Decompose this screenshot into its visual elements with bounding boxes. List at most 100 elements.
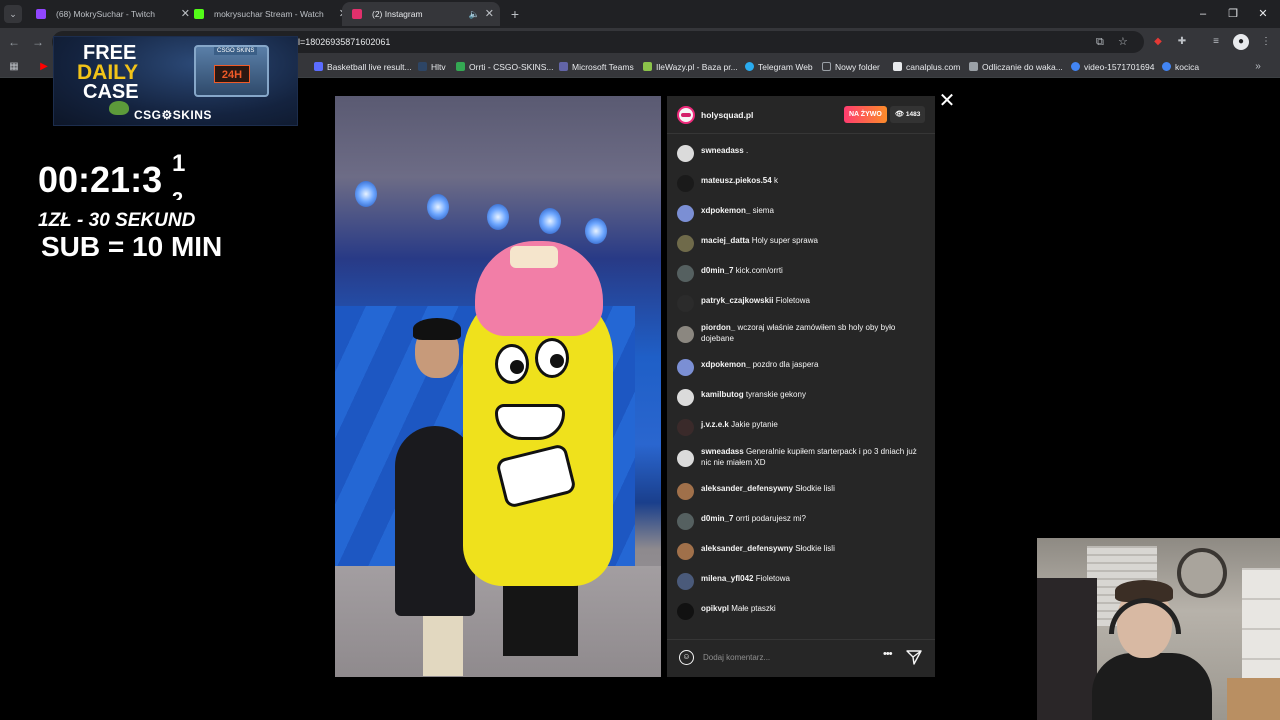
comment-text: k: [773, 176, 778, 185]
comment-text: Małe ptaszki: [731, 604, 776, 613]
commenter-avatar[interactable]: [677, 175, 694, 192]
bookmark-item[interactable]: kocica: [1162, 56, 1199, 78]
bookmark-favicon-icon: [418, 62, 427, 71]
kick-icon: [194, 9, 204, 19]
close-modal-button[interactable]: ✕: [937, 91, 957, 112]
profile-avatar[interactable]: ●: [1233, 34, 1249, 50]
bookmark-item[interactable]: Basketball live result...: [314, 56, 412, 78]
commenter-username[interactable]: milena_yfl042: [701, 574, 753, 583]
commenter-username[interactable]: swneadass: [701, 447, 744, 456]
window-close-button[interactable]: ✕: [1248, 4, 1278, 24]
commenter-username[interactable]: xdpokemon_: [701, 206, 750, 215]
commenter-avatar[interactable]: [677, 543, 694, 560]
restore-button[interactable]: ❐: [1218, 4, 1248, 24]
comment-composer: ☺ •••: [667, 639, 935, 677]
tab-strip: ⌄ (68) MokrySuchar - Twitch ✕ mokrysucha…: [0, 0, 1280, 28]
commenter-avatar[interactable]: [677, 483, 694, 500]
tab-instagram[interactable]: (2) Instagram 🔈 ✕: [342, 2, 500, 26]
bookmark-favicon-icon: [1071, 62, 1080, 71]
shelf: [1242, 568, 1280, 688]
comment-text: pozdro dla jaspera: [752, 360, 819, 369]
bookmark-item[interactable]: Orrti - CSGO-SKINS...: [456, 56, 554, 78]
bookmark-item[interactable]: Odliczanie do waka...: [969, 56, 1063, 78]
commenter-avatar[interactable]: [677, 326, 694, 343]
bookmark-item[interactable]: Hltv: [418, 56, 446, 78]
commenter-username[interactable]: j.v.z.e.k: [701, 420, 729, 429]
bookmark-folder[interactable]: Nowy folder: [822, 56, 880, 78]
minimize-button[interactable]: –: [1188, 4, 1218, 24]
promo-brand: CSG⚙SKINS: [134, 108, 212, 122]
commenter-username[interactable]: d0min_7: [701, 266, 733, 275]
live-video[interactable]: [335, 96, 661, 677]
bookmark-item[interactable]: IleWazy.pl - Baza pr...: [643, 56, 738, 78]
tab-twitch[interactable]: (68) MokrySuchar - Twitch ✕: [26, 2, 196, 26]
commenter-avatar[interactable]: [677, 295, 694, 312]
commenter-username[interactable]: aleksander_defensywny: [701, 544, 793, 553]
youtube-icon[interactable]: ▶: [36, 59, 52, 75]
new-tab-button[interactable]: +: [505, 4, 525, 24]
commenter-avatar[interactable]: [677, 265, 694, 282]
bookmark-label: Microsoft Teams: [572, 62, 634, 72]
menu-icon[interactable]: ⋮: [1258, 34, 1274, 50]
commenter-username[interactable]: aleksander_defensywny: [701, 484, 793, 493]
comment-input[interactable]: [703, 648, 883, 666]
screen: ⌄ (68) MokrySuchar - Twitch ✕ mokrysucha…: [0, 0, 1280, 720]
tab-search-icon[interactable]: ⌄: [4, 5, 22, 23]
comment-text: Słodkie lisli: [795, 544, 835, 553]
speaker-icon[interactable]: 🔈: [469, 2, 480, 26]
comment-text: .: [745, 146, 749, 155]
tab-kick[interactable]: mokrysuchar Stream - Watch Li ✕: [184, 2, 354, 26]
sub-rate: SUB = 10 MIN: [41, 231, 223, 262]
media-control-icon[interactable]: ≡: [1208, 34, 1224, 50]
bookmark-star-icon[interactable]: ☆: [1118, 31, 1128, 53]
extensions-puzzle-icon[interactable]: ✚: [1174, 34, 1190, 50]
commenter-avatar[interactable]: [677, 573, 694, 590]
commenter-avatar[interactable]: [677, 389, 694, 406]
send-icon[interactable]: [905, 648, 923, 666]
bookmark-label: IleWazy.pl - Baza pr...: [656, 62, 738, 72]
back-button[interactable]: ←: [4, 32, 24, 52]
streamer-shirt: [1092, 653, 1212, 720]
viewer-count: 👁 1483: [890, 106, 926, 123]
commenter-avatar[interactable]: [677, 205, 694, 222]
bookmark-item[interactable]: Microsoft Teams: [559, 56, 634, 78]
commenter-username[interactable]: xdpokemon_: [701, 360, 750, 369]
close-icon[interactable]: ✕: [485, 2, 494, 26]
apps-grid-icon[interactable]: ▦: [6, 59, 22, 75]
mascot-legs: [503, 581, 578, 656]
live-badge: NA ŻYWO: [844, 106, 887, 123]
commenter-avatar[interactable]: [677, 359, 694, 376]
commenter-username[interactable]: d0min_7: [701, 514, 733, 523]
emoji-icon[interactable]: ☺: [679, 650, 694, 665]
bookmark-label: Nowy folder: [835, 62, 880, 72]
bookmark-label: kocica: [1175, 62, 1200, 72]
commenter-avatar[interactable]: [677, 419, 694, 436]
host-username[interactable]: holysquad.pl: [701, 96, 753, 134]
commenter-avatar[interactable]: [677, 513, 694, 530]
comment-text: orrti podarujesz mi?: [735, 514, 806, 523]
commenter-username[interactable]: maciej_datta: [701, 236, 749, 245]
extension-icon[interactable]: ◆: [1150, 34, 1166, 50]
commenter-username[interactable]: kamilbutog: [701, 390, 744, 399]
mascot-cap: [510, 246, 558, 268]
commenter-avatar[interactable]: [677, 145, 694, 162]
commenter-username[interactable]: piordon_: [701, 323, 735, 332]
bookmark-item[interactable]: video-1571701694: [1071, 56, 1154, 78]
bookmark-favicon-icon: [969, 62, 978, 71]
forward-button[interactable]: →: [28, 32, 48, 52]
bookmark-item[interactable]: Telegram Web: [745, 56, 813, 78]
more-bookmarks-icon[interactable]: »: [1250, 59, 1266, 75]
comment-text: kick.com/orrti: [735, 266, 783, 275]
commenter-username[interactable]: swneadass: [701, 146, 744, 155]
more-options-icon[interactable]: •••: [883, 648, 893, 660]
commenter-avatar[interactable]: [677, 603, 694, 620]
commenter-avatar[interactable]: [677, 235, 694, 252]
commenter-username[interactable]: mateusz.piekos.54: [701, 176, 772, 185]
install-app-icon[interactable]: ⧉: [1096, 31, 1104, 53]
commenter-username[interactable]: opikvpl: [701, 604, 729, 613]
commenter-username[interactable]: patryk_czajkowskii: [701, 296, 773, 305]
commenter-avatar[interactable]: [677, 450, 694, 467]
bookmark-item[interactable]: canalplus.com: [893, 56, 960, 78]
host-avatar[interactable]: [677, 106, 695, 124]
url-text[interactable]: l=18026935871602061: [298, 31, 390, 53]
